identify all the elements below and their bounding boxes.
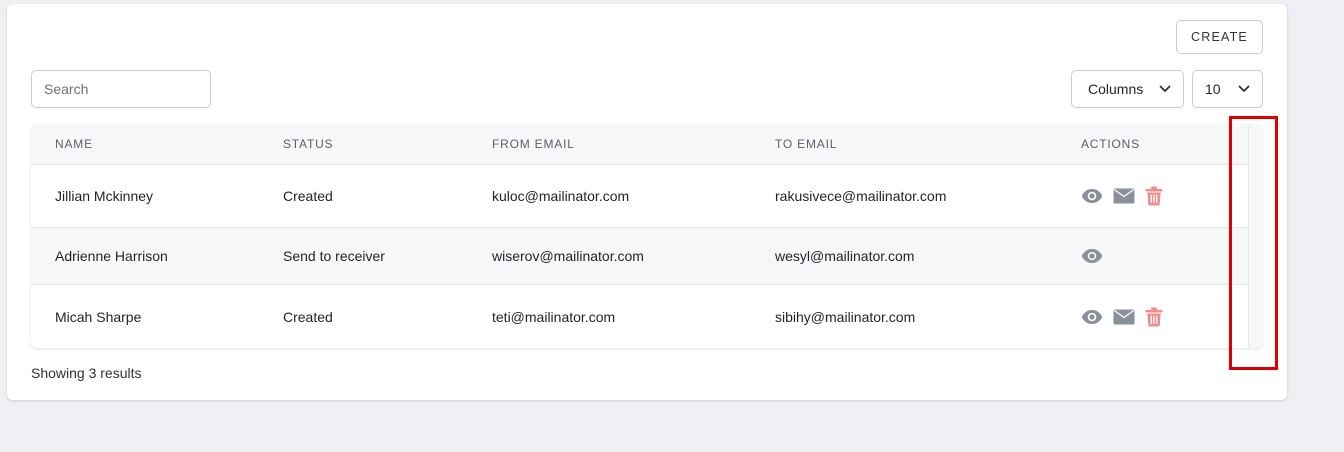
column-header-to-email[interactable]: TO EMAIL — [775, 124, 837, 165]
cell-actions — [1081, 285, 1163, 348]
chevron-down-icon — [1159, 85, 1171, 93]
cell-name: Micah Sharpe — [55, 308, 142, 325]
main-card: CREATE Columns 10 NAME STATUS FROM EMAIL… — [7, 4, 1287, 400]
table-row: Adrienne Harrison Send to receiver wiser… — [31, 228, 1248, 285]
cell-to-email: rakusivece@mailinator.com — [775, 188, 947, 204]
table-header: NAME STATUS FROM EMAIL TO EMAIL ACTIONS — [31, 124, 1248, 165]
eye-icon[interactable] — [1081, 248, 1103, 264]
cell-from-email: kuloc@mailinator.com — [492, 188, 630, 204]
cell-to-email: sibihy@mailinator.com — [775, 308, 916, 325]
envelope-icon[interactable] — [1113, 309, 1135, 325]
eye-icon[interactable] — [1081, 188, 1103, 204]
column-header-status[interactable]: STATUS — [283, 124, 333, 165]
cell-status: Created — [283, 188, 333, 204]
cell-to-email: wesyl@mailinator.com — [775, 248, 915, 264]
chevron-down-icon — [1238, 85, 1250, 93]
cell-from-email: teti@mailinator.com — [492, 308, 616, 325]
cell-actions — [1081, 165, 1163, 227]
results-count: Showing 3 results — [31, 365, 142, 381]
page-size-value: 10 — [1205, 81, 1221, 97]
cell-actions — [1081, 228, 1103, 284]
cell-from-email: wiserov@mailinator.com — [492, 248, 644, 264]
trash-icon[interactable] — [1145, 307, 1163, 327]
table-row: Micah Sharpe Created teti@mailinator.com… — [31, 285, 1248, 348]
trash-icon[interactable] — [1145, 186, 1163, 206]
envelope-icon[interactable] — [1113, 188, 1135, 204]
cell-name: Adrienne Harrison — [55, 248, 168, 264]
vertical-scrollbar[interactable] — [1248, 124, 1263, 348]
column-header-from-email[interactable]: FROM EMAIL — [492, 124, 575, 165]
search-input[interactable] — [31, 70, 211, 108]
cell-name: Jillian Mckinney — [55, 188, 154, 204]
table-row: Jillian Mckinney Created kuloc@mailinato… — [31, 165, 1248, 228]
cell-status: Send to receiver — [283, 248, 385, 264]
columns-dropdown[interactable]: Columns — [1071, 70, 1184, 108]
eye-icon[interactable] — [1081, 309, 1103, 325]
cell-status: Created — [283, 308, 333, 325]
create-button[interactable]: CREATE — [1176, 20, 1263, 54]
columns-label: Columns — [1088, 81, 1144, 97]
column-header-actions: ACTIONS — [1081, 137, 1140, 151]
data-table: NAME STATUS FROM EMAIL TO EMAIL ACTIONS … — [31, 124, 1263, 348]
page-size-select[interactable]: 10 — [1192, 70, 1263, 108]
column-header-name[interactable]: NAME — [55, 124, 93, 165]
